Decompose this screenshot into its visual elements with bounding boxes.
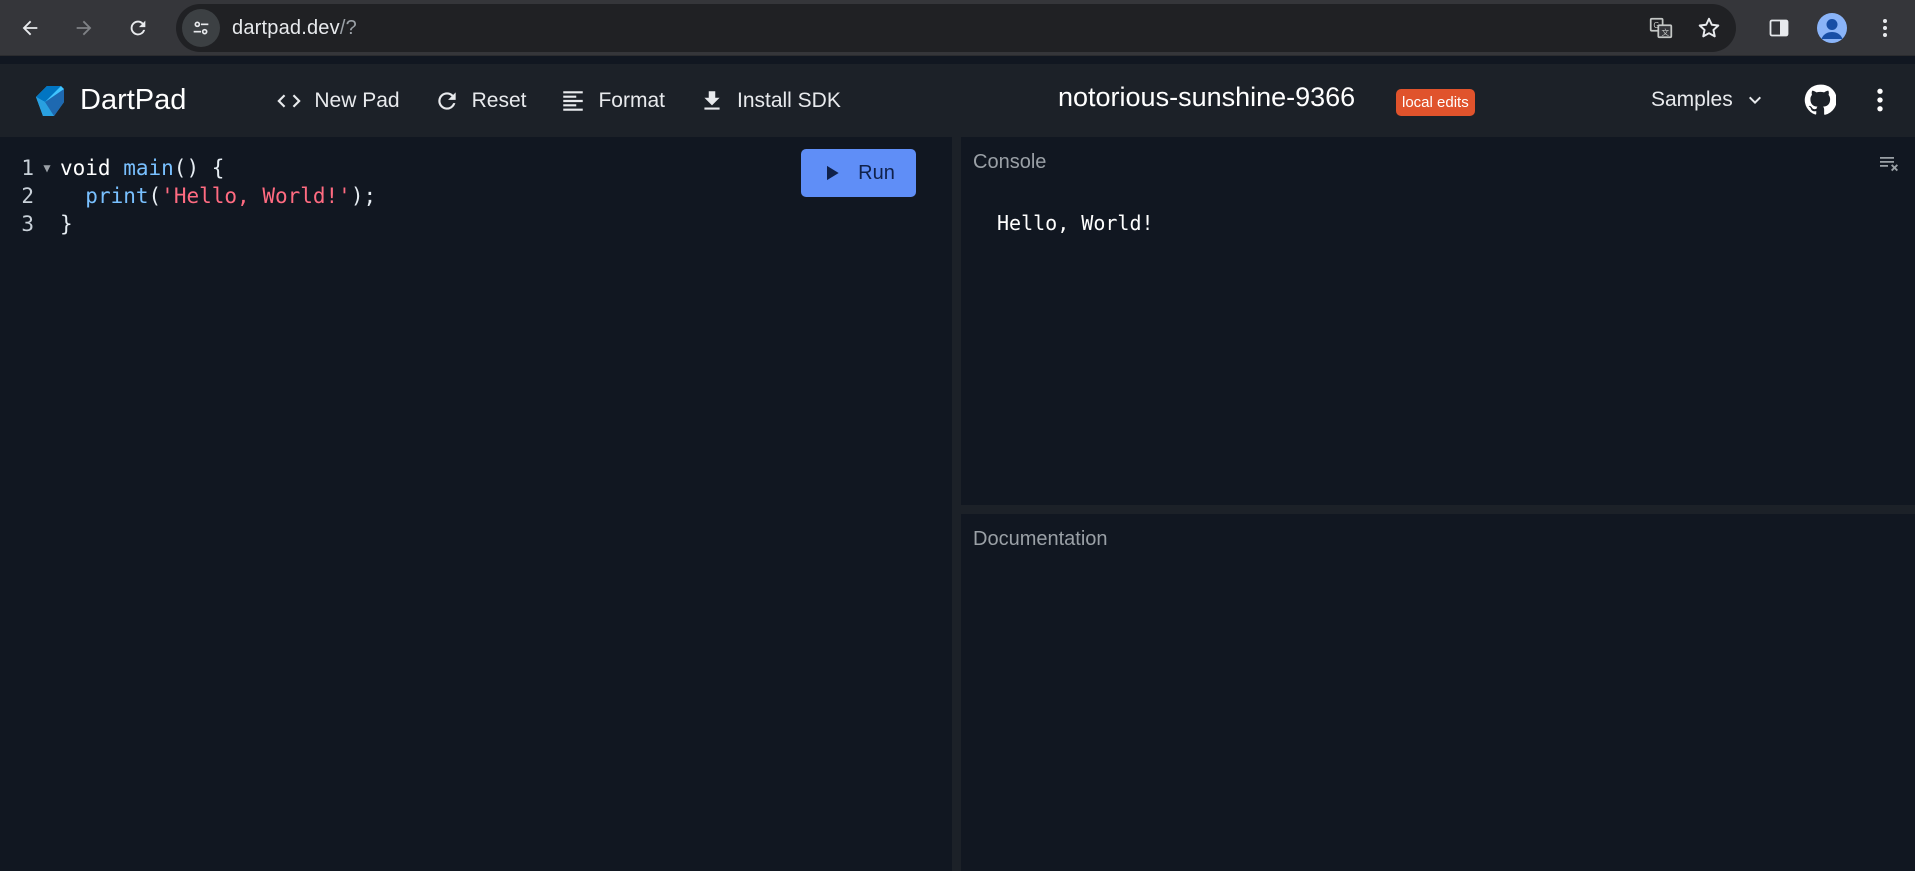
download-icon — [704, 90, 720, 110]
line-number: 1 — [21, 156, 34, 180]
code-token: ( — [148, 184, 162, 208]
code-token: } — [60, 212, 73, 236]
console-title: Console — [973, 151, 1047, 173]
code-token: void — [60, 156, 124, 180]
format-label: Format — [598, 88, 665, 112]
run-button[interactable]: Run — [801, 149, 916, 197]
console-output: Hello, World! — [997, 211, 1154, 235]
svg-text:文: 文 — [1662, 27, 1670, 37]
horizontal-splitter[interactable] — [961, 505, 1915, 514]
profile-avatar[interactable] — [1817, 13, 1847, 43]
dart-logo-icon — [36, 85, 64, 116]
browser-actions — [1767, 0, 1915, 56]
url-host: dartpad.dev — [232, 16, 340, 39]
code-token: () { — [173, 156, 225, 180]
clear-console-icon[interactable] — [1877, 151, 1901, 175]
refresh-icon — [437, 91, 456, 110]
line-number: 3 — [21, 212, 34, 236]
star-icon[interactable] — [1696, 15, 1722, 41]
samples-dropdown[interactable]: Samples — [1651, 78, 1767, 122]
back-button[interactable] — [10, 8, 50, 48]
new-pad-button[interactable]: New Pad — [268, 79, 407, 123]
svg-text:G: G — [1653, 21, 1659, 30]
reset-label: Reset — [471, 88, 527, 112]
install-sdk-button[interactable]: Install SDK — [691, 79, 849, 123]
translate-icon[interactable]: G 文 — [1648, 15, 1674, 41]
play-icon — [827, 165, 839, 181]
console-panel: Console Hello, World! — [961, 137, 1915, 505]
arrow-right-icon — [76, 20, 92, 35]
code-line: 3 } — [0, 210, 73, 238]
omnibox-actions: G 文 — [1648, 4, 1722, 52]
app-name: DartPad — [80, 84, 187, 116]
side-panel-icon[interactable] — [1767, 16, 1791, 40]
local-edits-badge: local edits — [1396, 89, 1475, 116]
site-info-button[interactable] — [182, 9, 220, 47]
line-number: 2 — [21, 184, 34, 208]
more-vert-icon — [1877, 88, 1883, 112]
new-pad-label: New Pad — [314, 88, 400, 112]
code-token: 'Hello, World!' — [161, 184, 351, 208]
run-label: Run — [858, 161, 895, 184]
code-line: 1 ▼ void main() { — [0, 154, 224, 182]
url-path: /? — [339, 16, 357, 39]
samples-label: Samples — [1651, 88, 1733, 111]
forward-button[interactable] — [64, 8, 104, 48]
chrome-menu-icon[interactable] — [1873, 16, 1897, 40]
profile-icon — [1821, 19, 1843, 39]
code-icon — [277, 94, 302, 107]
address-bar[interactable]: dartpad.dev/? G 文 — [176, 4, 1736, 52]
reset-button[interactable]: Reset — [426, 79, 535, 123]
tune-icon — [193, 21, 209, 35]
reload-button[interactable] — [118, 8, 158, 48]
code-token: print — [85, 184, 149, 208]
chevron-down-icon — [1748, 96, 1761, 104]
fold-toggle-icon[interactable]: ▼ — [34, 161, 60, 175]
install-sdk-label: Install SDK — [736, 88, 841, 112]
pad-title: notorious-sunshine-9366 — [1058, 82, 1356, 112]
dartpad-logo[interactable]: DartPad — [32, 82, 186, 120]
more-options-button[interactable] — [1862, 78, 1898, 122]
documentation-title: Documentation — [973, 528, 1108, 550]
arrow-left-icon — [22, 20, 38, 35]
reload-icon — [130, 20, 146, 35]
documentation-panel: Documentation — [961, 514, 1915, 871]
code-line: 2 print('Hello, World!'); — [0, 182, 376, 210]
dartpad-header: DartPad New Pad Reset Format Install SDK… — [0, 64, 1915, 137]
code-editor[interactable]: 1 ▼ void main() { 2 print('Hello, World!… — [0, 137, 952, 871]
browser-toolbar: dartpad.dev/? G 文 — [0, 0, 1915, 56]
format-align-icon — [563, 90, 584, 111]
vertical-splitter[interactable] — [952, 137, 961, 871]
github-button[interactable] — [1802, 78, 1838, 122]
github-icon — [1804, 84, 1836, 115]
url-text[interactable]: dartpad.dev/? — [232, 17, 357, 40]
code-token: main — [123, 156, 174, 180]
code-token: ); — [350, 184, 377, 208]
format-button[interactable]: Format — [552, 79, 673, 123]
